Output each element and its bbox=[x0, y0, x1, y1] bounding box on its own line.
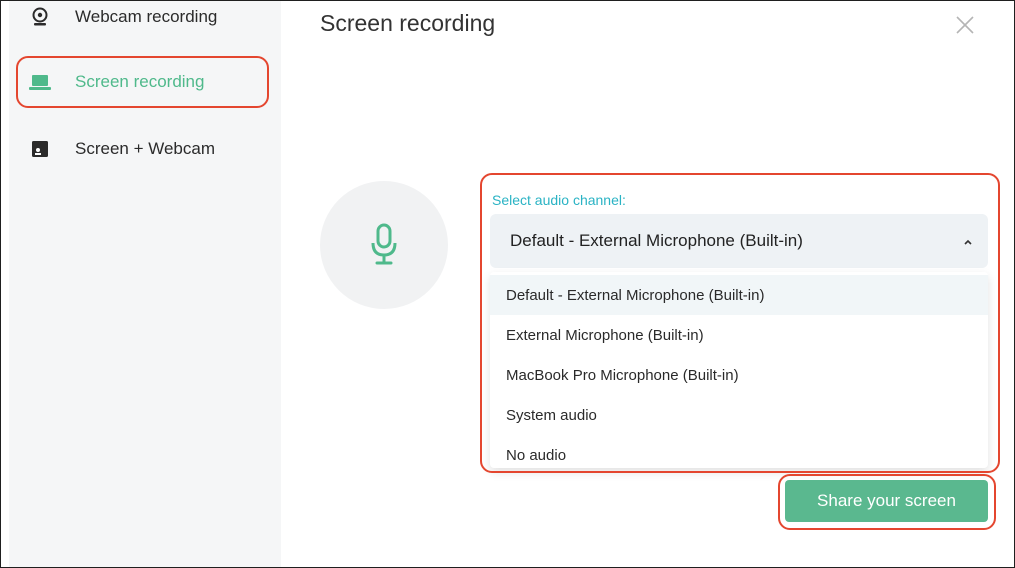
close-icon bbox=[956, 16, 974, 34]
sidebar-item-label: Screen + Webcam bbox=[75, 139, 216, 158]
microphone-indicator bbox=[320, 181, 448, 309]
close-button[interactable] bbox=[950, 10, 980, 40]
sidebar-item-screen-webcam[interactable]: Screen + Webcam bbox=[29, 132, 215, 166]
sidebar-item-label: Webcam recording bbox=[75, 7, 218, 26]
microphone-icon bbox=[371, 223, 397, 265]
webcam-icon bbox=[29, 6, 51, 28]
sidebar-item-label: Screen recording bbox=[75, 72, 205, 91]
audio-select-highlight bbox=[480, 173, 1000, 473]
sidebar-item-webcam-recording[interactable]: Webcam recording bbox=[29, 0, 217, 34]
sidebar: Webcam recording Screen recording Screen… bbox=[9, 0, 281, 568]
page-title: Screen recording bbox=[320, 10, 496, 36]
sidebar-item-screen-recording[interactable]: Screen recording bbox=[29, 65, 204, 99]
laptop-icon bbox=[29, 71, 51, 93]
screen-webcam-icon bbox=[29, 138, 51, 160]
share-screen-button[interactable]: Share your screen bbox=[785, 480, 988, 522]
